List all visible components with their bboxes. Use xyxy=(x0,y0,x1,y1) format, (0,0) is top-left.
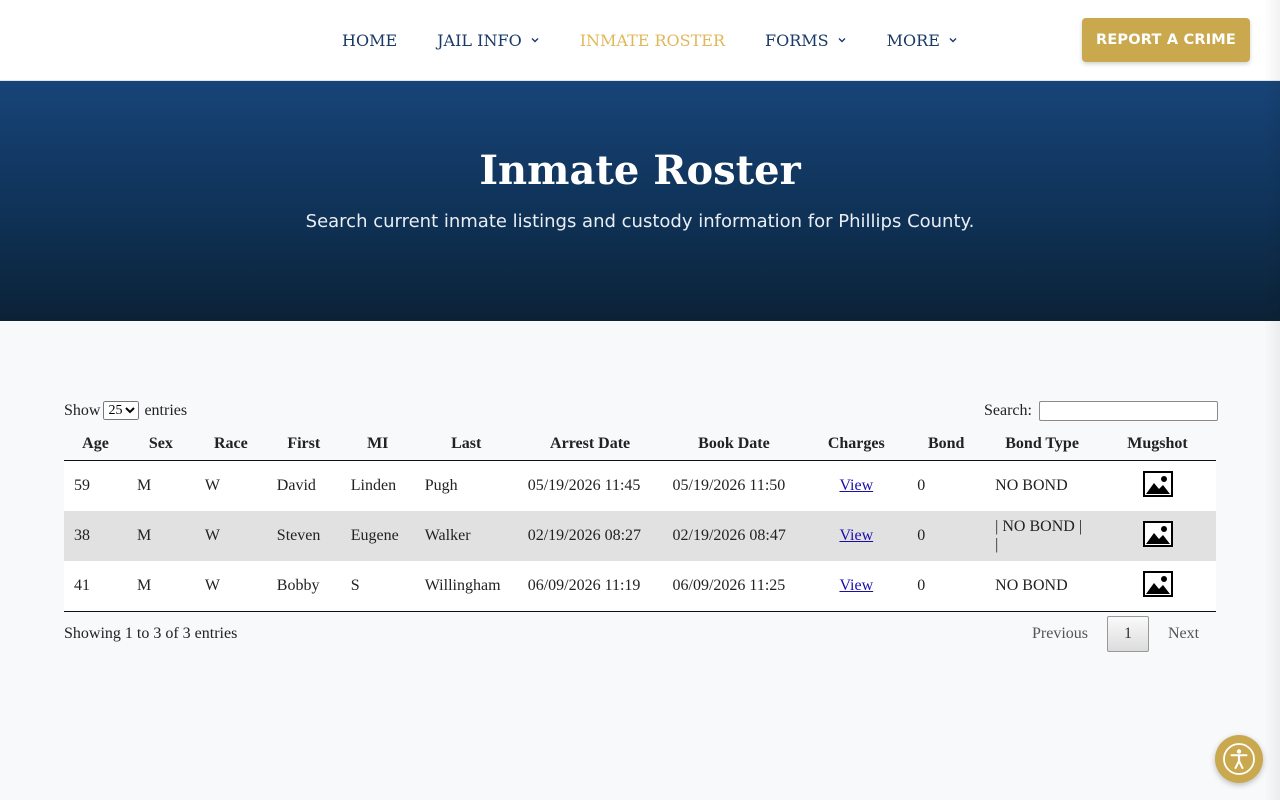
column-header-sex[interactable]: Sex xyxy=(126,428,195,461)
page-title: Inmate Roster xyxy=(479,147,801,194)
column-header-mi[interactable]: MI xyxy=(340,428,415,461)
cell-mugshot xyxy=(1099,561,1216,612)
nav-forms[interactable]: FORMS xyxy=(765,31,847,50)
inmate-table: Age Sex Race First MI Last Arrest Date B… xyxy=(64,428,1216,612)
nav-inmate-roster[interactable]: INMATE ROSTER xyxy=(580,31,725,50)
cell-age: 38 xyxy=(74,527,90,544)
search-input[interactable] xyxy=(1038,401,1218,421)
page-subtitle: Search current inmate listings and custo… xyxy=(305,211,975,232)
table-header-row: Age Sex Race First MI Last Arrest Date B… xyxy=(64,428,1216,461)
page-edge-shadow xyxy=(1264,0,1280,800)
chevron-down-icon xyxy=(838,38,846,43)
cell-race: W xyxy=(204,477,220,494)
column-header-book-date[interactable]: Book Date xyxy=(662,428,806,461)
cell-sex: M xyxy=(136,527,152,544)
cell-race: W xyxy=(194,561,267,612)
main-nav: HOME JAIL INFO INMATE ROSTER FORMS MORE xyxy=(342,0,998,80)
cell-first: Steven xyxy=(276,527,321,544)
view-charges-link[interactable]: View xyxy=(839,527,873,544)
nav-more-label: MORE xyxy=(886,30,940,50)
cell-first: Bobby xyxy=(266,561,341,612)
column-header-bond[interactable]: Bond xyxy=(907,428,986,461)
nav-home-label: HOME xyxy=(342,30,398,50)
view-charges-link[interactable]: View xyxy=(839,477,873,494)
site-header: HOME JAIL INFO INMATE ROSTER FORMS MORE … xyxy=(0,0,1280,81)
cell-bond: 0 xyxy=(907,561,986,612)
cell-bond-type: NO BOND xyxy=(995,477,1068,494)
cell-book-date: 05/19/2026 11:50 xyxy=(672,477,786,494)
nav-inmate-roster-label: INMATE ROSTER xyxy=(579,30,726,50)
cell-first: David xyxy=(276,477,316,494)
cell-bond: 0 xyxy=(917,477,926,494)
column-header-charges[interactable]: Charges xyxy=(805,428,908,461)
hero-banner: Inmate Roster Search current inmate list… xyxy=(0,81,1280,321)
cell-last: Pugh xyxy=(424,477,458,494)
view-charges-link[interactable]: View xyxy=(839,577,873,594)
image-icon[interactable] xyxy=(1142,520,1173,547)
column-header-age[interactable]: Age xyxy=(64,428,127,461)
cell-race: W xyxy=(204,527,220,544)
cell-charges: View xyxy=(805,461,907,512)
page-size-select[interactable]: 25 xyxy=(103,401,140,420)
accessibility-button[interactable] xyxy=(1215,735,1263,783)
image-icon[interactable] xyxy=(1142,570,1173,597)
image-icon[interactable] xyxy=(1142,470,1173,497)
cell-mi: Eugene xyxy=(350,527,399,544)
next-page-button[interactable]: Next xyxy=(1168,616,1199,652)
column-header-mugshot[interactable]: Mugshot xyxy=(1099,428,1216,461)
cell-age: 59 xyxy=(74,477,90,494)
cell-arrest-date: 06/09/2026 11:19 xyxy=(517,561,663,612)
table-row: 41 M W Bobby S Willingham 06/09/2026 11:… xyxy=(64,561,1216,612)
cell-bond-type: | NO BOND | | xyxy=(995,518,1083,553)
column-header-race[interactable]: Race xyxy=(194,428,267,461)
column-header-first[interactable]: First xyxy=(266,428,341,461)
cell-arrest-date: 02/19/2026 08:27 xyxy=(527,527,642,544)
cell-sex: M xyxy=(126,561,195,612)
cell-book-date: 06/09/2026 11:25 xyxy=(662,561,806,612)
cell-last: Walker xyxy=(424,527,471,544)
cell-bond-type: NO BOND xyxy=(985,561,1100,612)
cell-mi: S xyxy=(340,561,415,612)
table-row: 59 M W David Linden Pugh 05/19/2026 11:4… xyxy=(64,460,1216,512)
nav-jail-info-label: JAIL INFO xyxy=(437,30,522,50)
cell-sex: M xyxy=(136,477,152,494)
show-label: Show xyxy=(64,401,101,419)
table-info: Showing 1 to 3 of 3 entries xyxy=(64,625,238,642)
show-entries-control: Show 25 entries xyxy=(64,401,187,420)
cell-book-date: 02/19/2026 08:47 xyxy=(672,527,786,544)
cell-age: 41 xyxy=(64,561,127,612)
cell-charges: View xyxy=(805,511,907,561)
nav-forms-label: FORMS xyxy=(765,30,829,50)
cell-arrest-date: 05/19/2026 11:45 xyxy=(527,477,641,494)
nav-home[interactable]: HOME xyxy=(342,31,397,50)
previous-page-button[interactable]: Previous xyxy=(1032,616,1088,652)
cell-bond: 0 xyxy=(917,527,926,544)
column-header-bond-type[interactable]: Bond Type xyxy=(985,428,1100,461)
column-header-arrest-date[interactable]: Arrest Date xyxy=(517,428,663,461)
accessibility-icon xyxy=(1223,743,1255,775)
entries-label: entries xyxy=(144,401,188,419)
nav-more[interactable]: MORE xyxy=(887,31,958,50)
chevron-down-icon xyxy=(531,38,539,43)
chevron-down-icon xyxy=(949,38,957,43)
cell-mugshot xyxy=(1099,511,1216,561)
cell-last: Willingham xyxy=(414,561,518,612)
table-row: 38 M W Steven Eugene Walker 02/19/2026 0… xyxy=(64,511,1216,561)
page-number-button[interactable]: 1 xyxy=(1107,616,1149,652)
search-label: Search: xyxy=(984,402,1032,419)
nav-jail-info[interactable]: JAIL INFO xyxy=(437,31,540,50)
search-control: Search: xyxy=(984,401,1218,421)
cell-mi: Linden xyxy=(350,477,397,494)
report-a-crime-button[interactable]: REPORT A CRIME xyxy=(1082,18,1250,62)
cell-mugshot xyxy=(1099,461,1216,512)
column-header-last[interactable]: Last xyxy=(414,428,518,461)
cell-charges: View xyxy=(805,561,908,612)
